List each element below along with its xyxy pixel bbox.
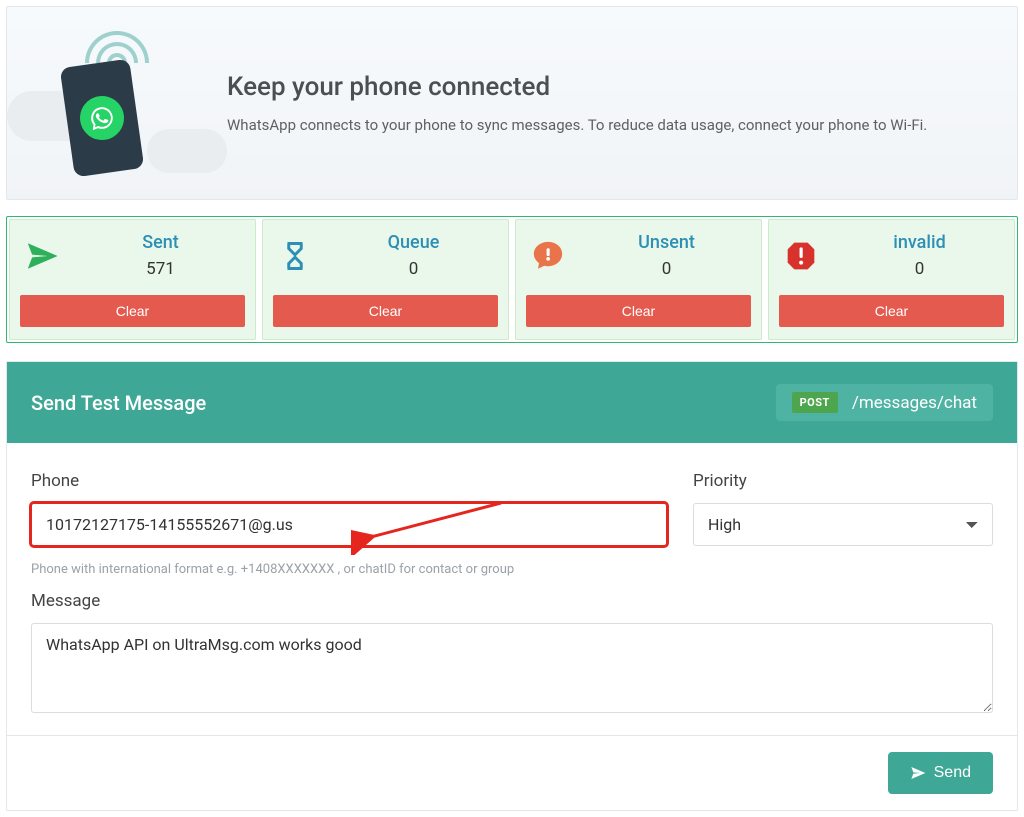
whatsapp-icon — [77, 93, 127, 143]
message-label: Message — [31, 591, 993, 611]
priority-select[interactable]: High — [693, 503, 993, 546]
clear-invalid-button[interactable]: Clear — [779, 295, 1004, 327]
api-path: /messages/chat — [852, 393, 977, 413]
hero-title: Keep your phone connected — [227, 72, 927, 102]
api-endpoint-chip: POST /messages/chat — [776, 384, 993, 421]
stat-title: Unsent — [586, 232, 747, 253]
stat-value: 571 — [80, 259, 241, 279]
priority-label: Priority — [693, 471, 993, 491]
send-button-label: Send — [934, 764, 971, 782]
stat-card-invalid: invalid 0 Clear — [768, 219, 1015, 340]
hero-subtitle: WhatsApp connects to your phone to sync … — [227, 116, 927, 134]
phone-helper-text: Phone with international format e.g. +14… — [31, 562, 667, 577]
connection-hero: Keep your phone connected WhatsApp conne… — [6, 6, 1018, 200]
phone-icon — [60, 59, 145, 178]
stat-card-unsent: Unsent 0 Clear — [515, 219, 762, 340]
stat-title: Sent — [80, 232, 241, 253]
stat-card-sent: Sent 571 Clear — [9, 219, 256, 340]
paper-plane-icon — [24, 238, 60, 274]
stat-title: invalid — [839, 232, 1000, 253]
send-test-panel: Send Test Message POST /messages/chat Ph… — [6, 361, 1018, 811]
stat-value: 0 — [586, 259, 747, 279]
stat-value: 0 — [839, 259, 1000, 279]
stop-alert-icon — [783, 238, 819, 274]
chat-alert-icon — [530, 238, 566, 274]
panel-footer: Send — [7, 735, 1017, 810]
stats-row: Sent 571 Clear Queue 0 Clear Unsent 0 — [6, 216, 1018, 343]
stat-value: 0 — [333, 259, 494, 279]
phone-input[interactable] — [31, 503, 667, 546]
message-textarea[interactable]: WhatsApp API on UltraMsg.com works good — [31, 623, 993, 713]
panel-body: Phone Phone with international format e.… — [7, 443, 1017, 735]
clear-sent-button[interactable]: Clear — [20, 295, 245, 327]
clear-unsent-button[interactable]: Clear — [526, 295, 751, 327]
stat-title: Queue — [333, 232, 494, 253]
paper-plane-icon — [910, 765, 926, 781]
hourglass-icon — [277, 238, 313, 274]
hero-illustration — [37, 33, 197, 173]
panel-header: Send Test Message POST /messages/chat — [7, 362, 1017, 443]
phone-label: Phone — [31, 471, 667, 491]
clear-queue-button[interactable]: Clear — [273, 295, 498, 327]
panel-title: Send Test Message — [31, 391, 206, 415]
http-method-badge: POST — [792, 392, 838, 413]
stat-card-queue: Queue 0 Clear — [262, 219, 509, 340]
